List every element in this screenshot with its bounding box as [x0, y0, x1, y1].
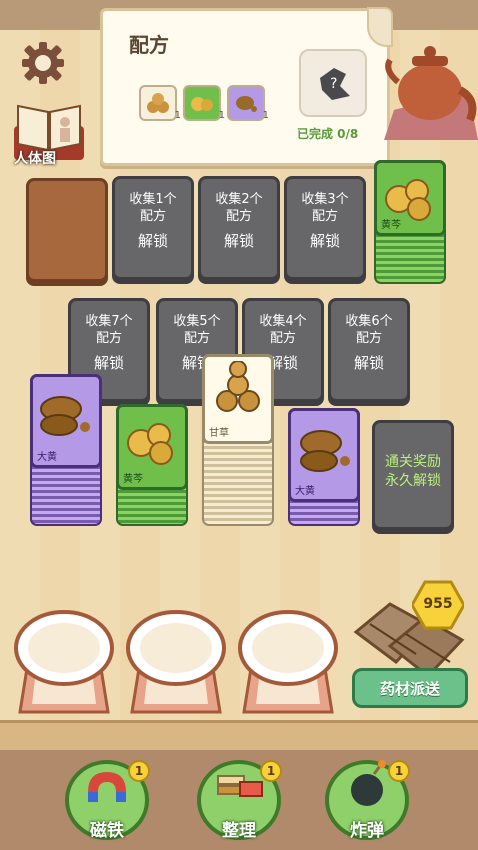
herb-stack-gancao[interactable]: 甘草	[202, 354, 274, 526]
locked-card-1: 收集1个 配方 解锁	[112, 176, 194, 280]
locked-card-unlock: 解锁	[223, 232, 254, 250]
locked-card-text: 配方	[139, 209, 166, 224]
rhubarb-root-icon	[236, 96, 257, 112]
baical-skullcap-icon	[191, 97, 213, 111]
locked-card-text: 收集2个	[215, 192, 263, 207]
herb-dispatch-button[interactable]: 药材派送	[352, 668, 468, 708]
locked-card-text: 收集1个	[129, 192, 177, 207]
coin-counter: 955	[423, 596, 453, 612]
herb-stack-dahuang-left[interactable]: 大黄	[30, 374, 102, 526]
locked-card-unlock: 解锁	[353, 354, 384, 372]
recipe-silhouette: ?	[299, 49, 367, 117]
card-face: 大黄	[288, 408, 360, 502]
locked-card-text: 收集7个	[85, 314, 133, 329]
recipe-panel: 配方 1 1 1 ? 已完成 0/8	[100, 7, 393, 166]
rhubarb-icon	[300, 430, 350, 472]
locked-card-text: 配方	[183, 331, 210, 346]
card-face: 黄芩	[374, 160, 446, 236]
recipe-title: 配方	[129, 33, 169, 57]
sort-label: 整理	[222, 821, 256, 841]
card-face: 甘草	[202, 354, 274, 444]
locked-card-unlock: 解锁	[93, 354, 124, 372]
herb-silhouette-icon: ?	[320, 68, 350, 100]
magnet-tool-button[interactable]: 1 磁铁	[62, 752, 152, 842]
body-chart-label[interactable]: 人体图	[14, 148, 56, 168]
teapot-icon	[384, 46, 478, 140]
ingredient-count: 1	[262, 110, 269, 121]
svg-text:?: ?	[330, 76, 337, 92]
licorice-icon	[216, 361, 260, 412]
collection-slot-3[interactable]	[236, 608, 340, 720]
reward-text: 通关奖励	[385, 454, 441, 470]
herb-stack-huangqin-mid[interactable]: 黄芩	[116, 404, 188, 526]
ingredient-slot-licorice: 1	[139, 85, 181, 121]
locked-card-3: 收集3个 配方 解锁	[284, 176, 366, 280]
locked-card-text: 收集6个	[345, 314, 393, 329]
locked-card-text: 收集5个	[173, 314, 221, 329]
rhubarb-icon	[40, 396, 90, 436]
reward-text: 永久解锁	[385, 473, 441, 489]
sort-tool-button[interactable]: 1 整理	[194, 752, 284, 842]
ingredient-slot-rhubarb: 1	[227, 85, 269, 121]
card-label: 黄芩	[381, 220, 401, 231]
locked-card-text: 配方	[95, 331, 122, 346]
collection-slot-2[interactable]	[124, 608, 228, 720]
card-label: 黄芩	[123, 474, 143, 485]
card-face: 黄芩	[116, 404, 188, 490]
settings-gear-icon[interactable]	[20, 40, 66, 86]
locked-card-2: 收集2个 配方 解锁	[198, 176, 280, 280]
locked-card-unlock: 解锁	[309, 232, 340, 250]
sort-count-badge: 1	[260, 760, 282, 782]
card-label: 大黄	[295, 486, 315, 497]
huangqin-icon	[127, 423, 173, 465]
ingredient-slot-skullcap: 1	[183, 85, 225, 121]
locked-card-text: 配方	[225, 209, 252, 224]
locked-card-text: 配方	[311, 209, 338, 224]
locked-card-text: 配方	[269, 331, 296, 346]
table-edge	[0, 720, 478, 750]
card-label: 大黄	[37, 452, 57, 463]
bomb-count-badge: 1	[388, 760, 410, 782]
card-label: 甘草	[209, 428, 229, 439]
locked-card-text: 收集3个	[301, 192, 349, 207]
locked-card-text: 收集4个	[259, 314, 307, 329]
bomb-label: 炸弹	[350, 821, 384, 841]
recipe-progress: 已完成 0/8	[297, 127, 359, 141]
collection-slot-1[interactable]	[12, 608, 116, 720]
wood-card	[26, 178, 108, 282]
herb-stack-dahuang-right[interactable]: 大黄	[288, 408, 360, 526]
locked-card-text: 配方	[355, 331, 382, 346]
ingredient-count: 1	[174, 110, 181, 121]
locked-card-6: 收集6个 配方 解锁	[328, 298, 410, 402]
ingredient-count: 1	[218, 110, 225, 121]
locked-card-unlock: 解锁	[137, 232, 168, 250]
magnet-count-badge: 1	[128, 760, 150, 782]
level-reward-card: 通关奖励 永久解锁	[372, 420, 454, 530]
licorice-slices-icon	[147, 93, 169, 113]
card-face: 大黄	[30, 374, 102, 468]
herb-stack-huangqin-top[interactable]: 黄芩	[374, 160, 446, 284]
bomb-tool-button[interactable]: 1 炸弹	[322, 752, 412, 842]
magnet-label: 磁铁	[90, 821, 124, 841]
